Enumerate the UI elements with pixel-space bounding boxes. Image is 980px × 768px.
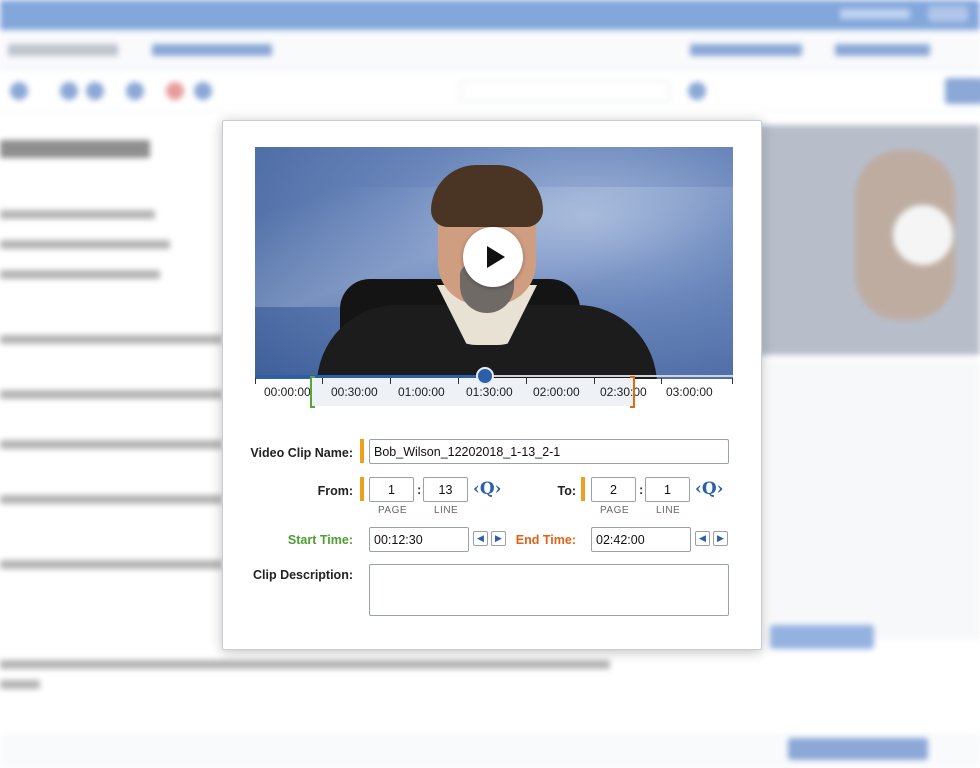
to-quick-search-button[interactable]: ‹Q› [695,479,723,499]
doc-line [0,560,222,569]
start-time-label: Start Time: [287,533,353,547]
timeline-progress [255,375,485,378]
chevron-right-icon: › [716,479,724,499]
end-time-label: End Time: [515,533,576,547]
timeline-tick-label: 03:00:00 [666,385,713,399]
nav-item [690,44,802,56]
doc-line [0,495,222,504]
timeline-tick [732,378,733,384]
topbar-user [840,9,910,19]
timeline-tick-label: 02:00:00 [533,385,580,399]
timeline-tick [661,378,662,384]
start-time-forward-button[interactable]: ▶ [491,531,506,546]
timeline-tick-label: 02:30:00 [600,385,647,399]
timeline-tick [526,378,527,384]
clip-description-label: Clip Description: [252,568,353,582]
toolbar-icon [126,82,144,100]
doc-line [0,390,222,399]
clip-timeline[interactable]: 00:00:00 00:30:00 01:00:00 01:30:00 02:0… [255,367,733,409]
clip-name-label: Video Clip Name: [250,446,353,460]
to-page-input[interactable] [591,477,636,502]
to-line-sublabel: LINE [656,505,681,516]
doc-line [0,270,160,279]
to-page-sublabel: PAGE [600,505,630,516]
toolbar-icon [86,82,104,100]
start-time-back-button[interactable]: ◀ [473,531,488,546]
clip-start-marker[interactable] [310,376,315,408]
required-indicator [360,477,364,501]
from-quick-search-button[interactable]: ‹Q› [473,479,501,499]
required-indicator [360,439,364,463]
timeline-tick-label: 00:30:00 [331,385,378,399]
bg-panel-button [770,625,874,649]
quick-search-icon: Q [701,479,717,499]
chevron-left-icon: ‹ [695,479,702,499]
timeline-tick [255,378,256,384]
topbar-menu [928,6,968,22]
timeline-tick-label: 01:30:00 [466,385,513,399]
clip-description-textarea[interactable] [369,564,729,616]
playhead-handle[interactable] [476,367,494,385]
to-label: To: [557,484,576,498]
end-time-back-button[interactable]: ◀ [695,531,710,546]
toolbar-icon [194,82,212,100]
play-triangle [487,246,505,268]
timeline-tick [390,378,391,384]
app-navbar [0,30,980,70]
timeline-tick-label: 01:00:00 [398,385,445,399]
from-line-sublabel: LINE [434,505,459,516]
video-clip-dialog: 00:00:00 00:30:00 01:00:00 01:30:00 02:0… [222,120,762,650]
required-indicator [581,477,585,501]
toolbar-icon [688,82,706,100]
doc-line [0,680,40,689]
app-topbar [0,0,980,30]
timeline-tick [458,378,459,384]
from-label: From: [317,484,353,498]
clip-end-marker[interactable] [630,376,635,408]
doc-title [0,140,150,158]
doc-line [0,440,222,449]
page-line-separator: : [639,482,644,497]
bg-play-icon [893,205,953,265]
chevron-left-icon: ‹ [473,479,480,499]
toolbar-icon [166,82,184,100]
start-time-input[interactable] [369,527,469,552]
doc-line [0,240,170,249]
clip-name-input[interactable] [369,439,729,464]
doc-line [0,335,222,344]
app-button [945,78,980,104]
nav-item [835,44,930,56]
from-page-sublabel: PAGE [378,505,408,516]
to-line-input[interactable] [645,477,690,502]
doc-line [0,210,155,219]
nav-item [152,44,272,56]
from-page-input[interactable] [369,477,414,502]
quick-search-icon: Q [479,479,495,499]
timeline-tick-label: 00:00:00 [264,385,311,399]
chevron-right-icon: › [494,479,502,499]
page-line-separator: : [417,482,422,497]
nav-item [8,44,118,56]
timeline-tick [594,378,595,384]
timeline-tick [322,378,323,384]
video-subject-hair [431,165,543,227]
play-icon[interactable] [463,227,523,287]
bg-side-panel [770,360,980,640]
toolbar-icon [60,82,78,100]
end-time-forward-button[interactable]: ▶ [713,531,728,546]
end-time-input[interactable] [591,527,691,552]
bg-footer-button [788,738,928,760]
video-player[interactable] [255,147,733,379]
app-search [460,80,670,102]
doc-line [0,660,610,669]
toolbar-icon [10,82,28,100]
from-line-input[interactable] [423,477,468,502]
